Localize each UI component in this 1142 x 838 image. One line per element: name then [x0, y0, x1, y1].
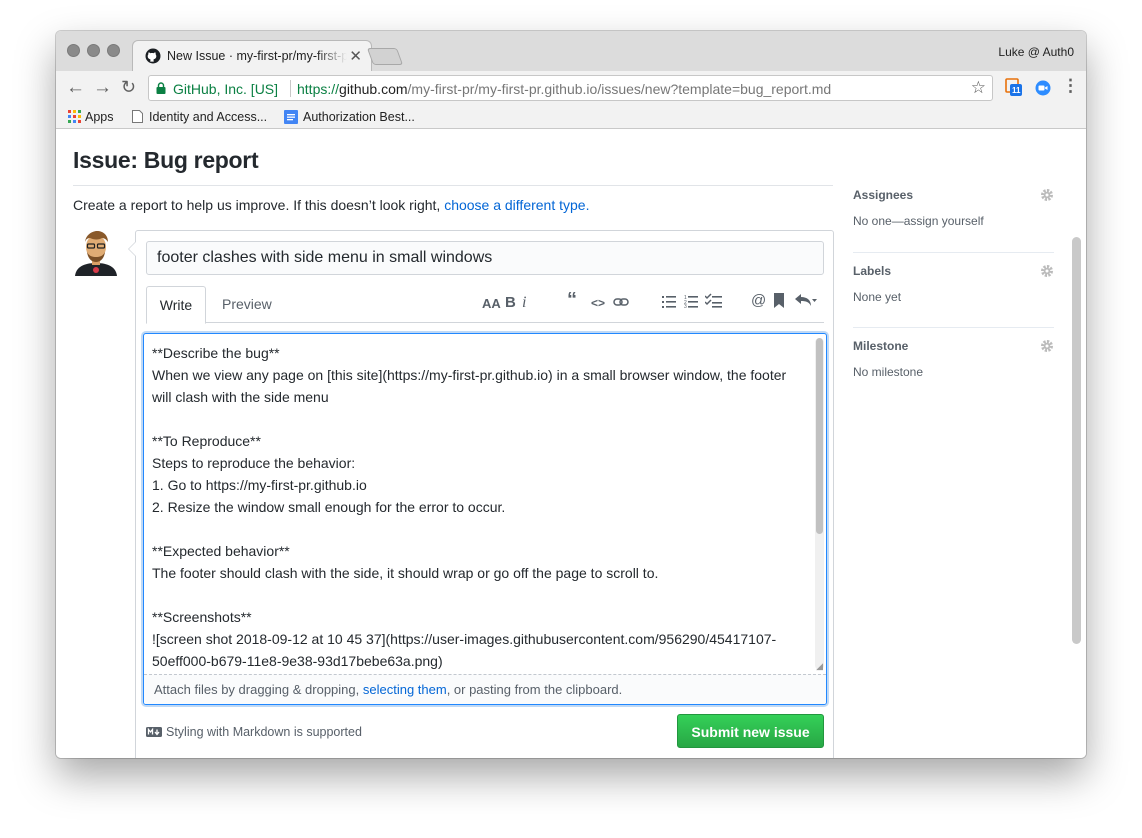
address-bar[interactable]: GitHub, Inc. [US] https://github.com/my-… [148, 75, 993, 101]
url-scheme: https:// [297, 81, 340, 97]
github-icon [145, 48, 161, 64]
close-tab-icon[interactable]: ✕ [349, 47, 362, 65]
doc-icon [284, 110, 298, 124]
markdown-icon [146, 727, 162, 737]
assignees-gear-icon[interactable] [1040, 188, 1054, 202]
issue-sidebar: Assignees No one—assign yourself Labels … [853, 177, 1054, 402]
submit-new-issue-button[interactable]: Submit new issue [677, 714, 824, 748]
bookmark-label: Authorization Best... [303, 110, 415, 124]
attach-text-end: , or pasting from the clipboard. [446, 682, 623, 697]
bookmarks-bar: Apps Identity and Access... Authorizatio… [56, 105, 1086, 129]
assignees-value[interactable]: No one—assign yourself [853, 214, 984, 228]
tab-strip: New Issue · my-first-pr/my-first-pr.gith… [56, 31, 1086, 71]
labels-heading[interactable]: Labels [853, 264, 891, 278]
browser-toolbar: ← → ↻ GitHub, Inc. [US] https://github.c… [56, 71, 1086, 105]
close-window-button[interactable] [67, 44, 80, 57]
apps-grid-icon [68, 110, 81, 123]
lock-icon [156, 82, 166, 94]
bold-icon[interactable]: B [505, 294, 516, 311]
browser-tab-active[interactable]: New Issue · my-first-pr/my-first-pr.gith… [132, 40, 372, 71]
page-title: Issue: Bug report [73, 147, 259, 173]
issue-body-field[interactable]: **Describe the bug** When we view any pa… [143, 333, 827, 705]
milestone-heading[interactable]: Milestone [853, 339, 908, 353]
header-text-icon[interactable]: AA [482, 296, 501, 311]
resize-handle-icon[interactable]: ◢ [816, 661, 823, 672]
extension-badge: 11 [1012, 86, 1021, 95]
title-divider [73, 185, 833, 186]
template-intro: Create a report to help us improve. If t… [73, 197, 589, 213]
github-new-issue-page: Issue: Bug report Create a report to hel… [56, 129, 1086, 758]
markdown-note-text: Styling with Markdown is supported [166, 725, 362, 739]
reload-icon[interactable]: ↻ [121, 77, 136, 98]
back-arrow-icon[interactable]: ← [66, 77, 85, 99]
profile-name[interactable]: Luke @ Auth0 [998, 45, 1074, 59]
editor-tabs: Write Preview AA B i “ <> 1 2 3 @ [146, 286, 824, 324]
mention-icon[interactable]: @ [751, 292, 766, 309]
labels-value: None yet [853, 290, 902, 304]
browser-menu-icon[interactable]: ⋮ [1062, 76, 1079, 96]
page-scrollbar[interactable] [1072, 237, 1081, 644]
link-icon[interactable] [613, 297, 629, 307]
reply-arrow-icon[interactable] [795, 293, 817, 307]
tab-title: New Issue · my-first-pr/my-first-pr.gith… [167, 49, 347, 63]
bookmark-star-icon[interactable]: ☆ [971, 78, 986, 98]
bookmark-identity[interactable]: Identity and Access... [132, 110, 267, 124]
select-files-link[interactable]: selecting them [363, 682, 447, 697]
url-text[interactable]: https://github.com/my-first-pr/my-first-… [297, 81, 831, 97]
minimize-window-button[interactable] [87, 44, 100, 57]
security-label[interactable]: GitHub, Inc. [US] [173, 81, 278, 97]
ordered-list-icon[interactable]: 1 2 3 [684, 294, 698, 308]
url-path: /my-first-pr/my-first-pr.github.io/issue… [407, 81, 832, 97]
zoom-window-button[interactable] [107, 44, 120, 57]
body-scroll-thumb[interactable] [816, 338, 823, 534]
zoom-extension-icon[interactable] [1035, 80, 1051, 96]
file-drop-zone[interactable]: Attach files by dragging & dropping, sel… [144, 674, 826, 704]
markdown-support-note[interactable]: Styling with Markdown is supported [146, 725, 362, 739]
code-icon[interactable]: <> [591, 296, 605, 310]
omnibox-divider [290, 80, 291, 97]
bookmark-authorization[interactable]: Authorization Best... [284, 110, 415, 124]
unordered-list-icon[interactable] [662, 295, 676, 308]
forward-arrow-icon[interactable]: → [93, 77, 112, 99]
svg-text:3: 3 [684, 304, 687, 308]
milestone-section: Milestone No milestone [853, 327, 1054, 402]
choose-type-link[interactable]: choose a different type. [444, 197, 589, 213]
issue-title-input[interactable] [146, 241, 824, 275]
tab-preview[interactable]: Preview [222, 296, 272, 312]
intro-text: Create a report to help us improve. If t… [73, 197, 445, 213]
saved-reply-icon[interactable] [774, 293, 784, 308]
assignees-heading[interactable]: Assignees [853, 188, 913, 202]
attach-text: Attach files by dragging & dropping, [154, 682, 363, 697]
bookmark-label: Identity and Access... [149, 110, 268, 124]
tab-write[interactable]: Write [146, 286, 206, 324]
page-icon [132, 110, 143, 123]
task-list-icon[interactable] [705, 293, 722, 308]
bookmark-apps[interactable]: Apps [68, 110, 114, 124]
assignees-section: Assignees No one—assign yourself [853, 177, 1054, 252]
new-tab-button[interactable] [366, 48, 404, 65]
bookmark-label: Apps [85, 110, 114, 124]
browser-window: New Issue · my-first-pr/my-first-pr.gith… [56, 31, 1086, 758]
url-host: github.com [339, 81, 408, 97]
italic-icon[interactable]: i [522, 294, 526, 312]
labels-gear-icon[interactable] [1040, 264, 1054, 278]
body-scrollbar[interactable] [815, 338, 824, 670]
quote-icon[interactable]: “ [567, 289, 577, 312]
labels-section: Labels None yet [853, 252, 1054, 327]
milestone-gear-icon[interactable] [1040, 339, 1054, 353]
user-avatar [73, 230, 119, 276]
milestone-value: No milestone [853, 365, 924, 379]
issue-body-text[interactable]: **Describe the bug** When we view any pa… [144, 334, 811, 674]
issue-composer: Write Preview AA B i “ <> 1 2 [128, 230, 834, 758]
